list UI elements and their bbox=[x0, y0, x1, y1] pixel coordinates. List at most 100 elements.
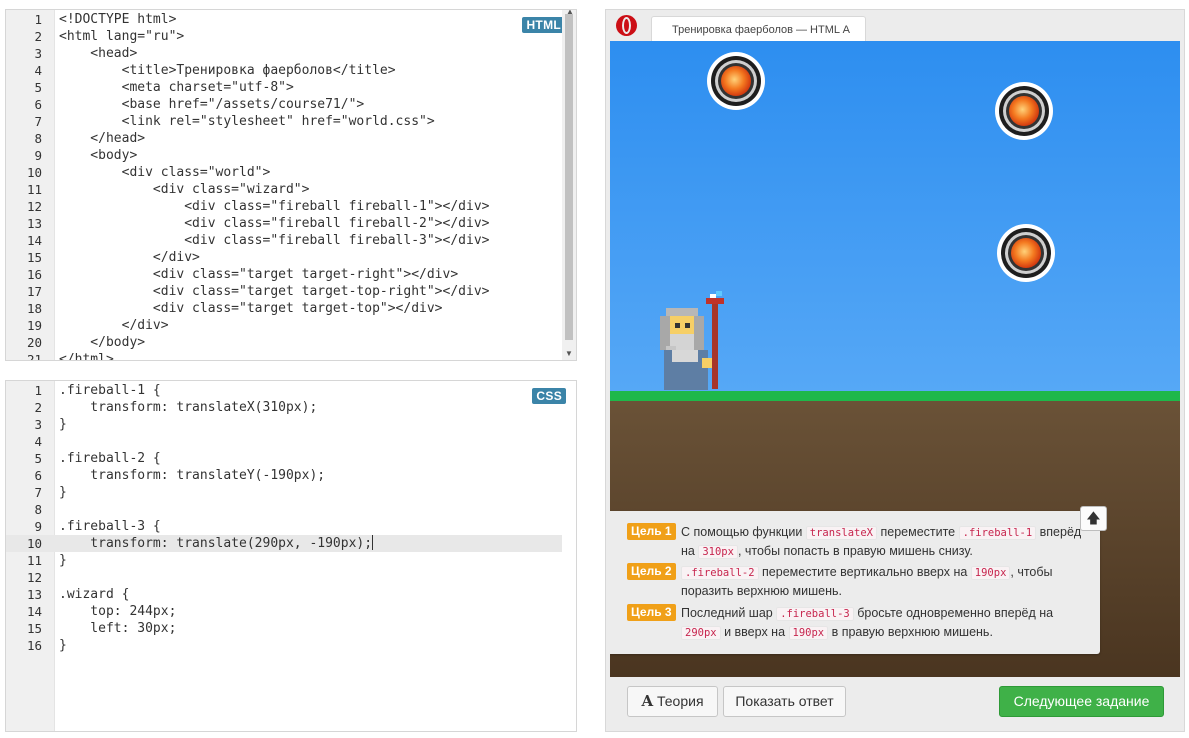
code-line[interactable]: 1 .fireball-1 { bbox=[6, 382, 562, 399]
code-text[interactable]: <div class="fireball fireball-1"></div> bbox=[59, 198, 489, 215]
next-task-button[interactable]: Следующее задание bbox=[999, 686, 1164, 717]
goal-text: С помощью функции translateX переместите… bbox=[681, 523, 1092, 561]
code-text[interactable]: .fireball-2 { bbox=[59, 450, 161, 467]
code-text[interactable]: </div> bbox=[59, 249, 200, 266]
code-text[interactable]: <title>Тренировка фаерболов</title> bbox=[59, 62, 396, 79]
code-line[interactable]: 6 <base href="/assets/course71/"> bbox=[6, 96, 562, 113]
code-text[interactable]: <meta charset="utf-8"> bbox=[59, 79, 294, 96]
line-number: 4 bbox=[34, 434, 42, 449]
scroll-down-arrow-icon[interactable]: ▼ bbox=[565, 349, 573, 358]
code-text[interactable]: left: 30px; bbox=[59, 620, 176, 637]
code-line[interactable]: 10 transform: translate(290px, -190px); bbox=[6, 535, 562, 552]
code-text[interactable]: <link rel="stylesheet" href="world.css"> bbox=[59, 113, 435, 130]
code-text[interactable]: <head> bbox=[59, 45, 137, 62]
code-line[interactable]: 18 <div class="target target-top"></div> bbox=[6, 300, 562, 317]
goal-text: .fireball-2 переместите вертикально ввер… bbox=[681, 563, 1092, 600]
html-code-lines[interactable]: 1 <!DOCTYPE html> 2 <html lang="ru"> 3 <head… bbox=[6, 11, 562, 360]
code-text[interactable]: transform: translateY(-190px); bbox=[59, 467, 325, 484]
code-line[interactable]: 19 </div> bbox=[6, 317, 562, 334]
code-line[interactable]: 9 <body> bbox=[6, 147, 562, 164]
code-text[interactable]: </html> bbox=[59, 351, 114, 360]
code-line[interactable]: 14 top: 244px; bbox=[6, 603, 562, 620]
code-line[interactable]: 13 <div class="fireball fireball-2"></di… bbox=[6, 215, 562, 232]
code-text[interactable]: <div class="target target-top"></div> bbox=[59, 300, 443, 317]
code-text[interactable]: .wizard { bbox=[59, 586, 129, 603]
code-line[interactable]: 4 <title>Тренировка фаерболов</title> bbox=[6, 62, 562, 79]
theory-button[interactable]: A Теория bbox=[627, 686, 718, 717]
code-text[interactable]: top: 244px; bbox=[59, 603, 176, 620]
code-text[interactable]: </body> bbox=[59, 334, 145, 351]
code-line[interactable]: 13 .wizard { bbox=[6, 586, 562, 603]
tasks-panel: Цель 1 С помощью функции translateX перем… bbox=[610, 511, 1100, 654]
code-text[interactable]: } bbox=[59, 484, 67, 501]
code-text[interactable]: .fireball-1 { bbox=[59, 382, 161, 399]
code-line[interactable]: 8 bbox=[6, 501, 562, 518]
code-line[interactable]: 12 bbox=[6, 569, 562, 586]
code-text[interactable]: <div class="target target-right"></div> bbox=[59, 266, 458, 283]
code-line[interactable]: 21 </html> bbox=[6, 351, 562, 360]
html-code-editor[interactable]: 1 <!DOCTYPE html> 2 <html lang="ru"> 3 <head… bbox=[5, 9, 577, 361]
code-line[interactable]: 3 <head> bbox=[6, 45, 562, 62]
code-line[interactable]: 3} bbox=[6, 416, 562, 433]
code-line[interactable]: 16 <div class="target target-right"></di… bbox=[6, 266, 562, 283]
show-answer-button[interactable]: Показать ответ bbox=[723, 686, 846, 717]
code-line[interactable]: 8 </head> bbox=[6, 130, 562, 147]
code-line[interactable]: 6 transform: translateY(-190px); bbox=[6, 467, 562, 484]
collapse-tasks-button[interactable]: 🡅 bbox=[1080, 506, 1107, 531]
code-text[interactable]: </div> bbox=[59, 317, 169, 334]
code-line[interactable]: 15 left: 30px; bbox=[6, 620, 562, 637]
code-text[interactable]: transform: translate(290px, -190px); bbox=[59, 535, 374, 552]
text-cursor bbox=[372, 535, 374, 550]
line-number: 15 bbox=[26, 621, 42, 636]
code-text[interactable]: </head> bbox=[59, 130, 145, 147]
code-text[interactable]: <base href="/assets/course71/"> bbox=[59, 96, 365, 113]
code-line[interactable]: 12 <div class="fireball fireball-1"></di… bbox=[6, 198, 562, 215]
code-text[interactable]: <div class="world"> bbox=[59, 164, 271, 181]
code-line[interactable]: 15 </div> bbox=[6, 249, 562, 266]
code-chip: 290px bbox=[681, 626, 721, 640]
line-number: 5 bbox=[34, 80, 42, 95]
code-text[interactable]: transform: translateX(310px); bbox=[59, 399, 317, 416]
line-number: 20 bbox=[26, 335, 42, 350]
code-line[interactable]: 9 .fireball-3 { bbox=[6, 518, 562, 535]
code-text[interactable]: .fireball-3 { bbox=[59, 518, 161, 535]
code-line[interactable]: 11} bbox=[6, 552, 562, 569]
code-line[interactable]: 5 <meta charset="utf-8"> bbox=[6, 79, 562, 96]
code-line[interactable]: 17 <div class="target target-top-right">… bbox=[6, 283, 562, 300]
code-line[interactable]: 7 <link rel="stylesheet" href="world.css… bbox=[6, 113, 562, 130]
browser-tab[interactable]: Тренировка фаерболов — HTML А bbox=[651, 16, 866, 42]
css-code-editor[interactable]: 1 .fireball-1 {2 transform: translateX(31… bbox=[5, 380, 577, 732]
code-line[interactable]: 5 .fireball-2 { bbox=[6, 450, 562, 467]
next-task-button-label: Следующее задание bbox=[1013, 693, 1150, 709]
html-editor-scrollbar[interactable]: ▲ ▼ bbox=[562, 10, 576, 360]
code-line[interactable]: 14 <div class="fireball fireball-3"></di… bbox=[6, 232, 562, 249]
line-number: 5 bbox=[34, 451, 42, 466]
code-line[interactable]: 7} bbox=[6, 484, 562, 501]
line-number: 14 bbox=[26, 604, 42, 619]
code-text[interactable]: <div class="target target-top-right"></d… bbox=[59, 283, 490, 300]
theory-icon: A bbox=[641, 692, 654, 710]
code-text[interactable]: <div class="fireball fireball-3"></div> bbox=[59, 232, 489, 249]
code-text[interactable]: <div class="fireball fireball-2"></div> bbox=[59, 215, 489, 232]
code-text[interactable]: <!DOCTYPE html> bbox=[59, 11, 176, 28]
code-line[interactable]: 4 bbox=[6, 433, 562, 450]
code-text[interactable]: } bbox=[59, 552, 67, 569]
code-text[interactable]: <body> bbox=[59, 147, 137, 164]
code-line[interactable]: 2 transform: translateX(310px); bbox=[6, 399, 562, 416]
line-number: 1 bbox=[34, 383, 42, 398]
target-top-right bbox=[994, 81, 1054, 141]
code-line[interactable]: 11 <div class="wizard"> bbox=[6, 181, 562, 198]
code-line[interactable]: 1 <!DOCTYPE html> bbox=[6, 11, 562, 28]
show-answer-button-label: Показать ответ bbox=[735, 693, 834, 709]
code-line[interactable]: 20 </body> bbox=[6, 334, 562, 351]
code-line[interactable]: 10 <div class="world"> bbox=[6, 164, 562, 181]
code-chip: translateX bbox=[805, 526, 877, 540]
css-code-lines[interactable]: 1 .fireball-1 {2 transform: translateX(31… bbox=[6, 382, 562, 654]
code-line[interactable]: 16} bbox=[6, 637, 562, 654]
code-text[interactable]: <html lang="ru"> bbox=[59, 28, 184, 45]
scroll-thumb[interactable] bbox=[565, 14, 573, 340]
code-line[interactable]: 2 <html lang="ru"> bbox=[6, 28, 562, 45]
code-text[interactable]: } bbox=[59, 416, 67, 433]
code-text[interactable]: <div class="wizard"> bbox=[59, 181, 310, 198]
code-text[interactable]: } bbox=[59, 637, 67, 654]
